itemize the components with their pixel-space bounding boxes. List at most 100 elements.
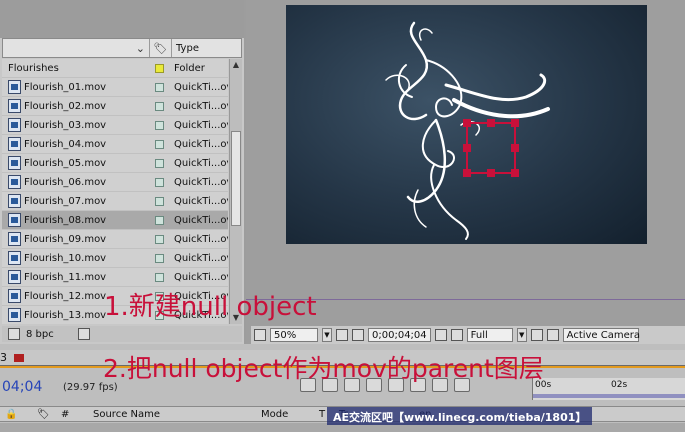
project-preview-strip	[0, 0, 244, 38]
scroll-up-arrow[interactable]: ▲	[231, 60, 241, 70]
label-swatch[interactable]	[148, 82, 170, 92]
time-ruler[interactable]: 00s 02s	[532, 378, 685, 400]
scrollbar-thumb[interactable]	[231, 131, 241, 226]
item-name: Flourish_06.mov	[24, 176, 107, 188]
region-of-interest-icon[interactable]	[530, 329, 543, 341]
label-swatch[interactable]	[148, 101, 170, 111]
quicktime-file-icon	[8, 156, 21, 170]
item-name: Flourish_10.mov	[24, 252, 107, 264]
magnification-dropdown[interactable]: ▼	[322, 328, 332, 342]
folder-name: Flourishes	[8, 62, 59, 74]
current-time-field[interactable]: 0;00;04;04	[368, 328, 431, 342]
annotation-step-2: 2.把null object作为mov的parent图层	[103, 354, 544, 383]
item-type: QuickTi...ov	[174, 252, 228, 264]
watermark: AE交流区吧【www.linecg.com/tieba/1801】	[327, 407, 593, 425]
bit-depth-label[interactable]: 8 bpc	[26, 329, 54, 340]
grid-icon[interactable]	[336, 329, 348, 341]
ruler-tick-1: 02s	[611, 380, 628, 390]
item-name: Flourish_08.mov	[24, 214, 107, 226]
composition-canvas[interactable]	[286, 5, 647, 244]
item-type: QuickTi...ov	[174, 119, 228, 131]
project-item-row[interactable]: Flourish_08.mov QuickTi...ov	[2, 211, 228, 230]
quicktime-file-icon	[8, 194, 21, 208]
annotation-step-1: 1.新建null object	[104, 292, 317, 322]
work-area-bar[interactable]	[533, 394, 685, 398]
project-item-row[interactable]: Flourish_09.mov QuickTi...ov	[2, 230, 228, 249]
folder-row[interactable]: Flourishes Folder	[2, 59, 228, 78]
project-item-row[interactable]: Flourish_07.mov QuickTi...ov	[2, 192, 228, 211]
item-name: Flourish_12.mov	[24, 290, 107, 302]
project-scrollbar[interactable]: ▲ ▼	[229, 59, 242, 324]
item-name: Flourish_02.mov	[24, 100, 107, 112]
mask-visibility-icon[interactable]	[352, 329, 364, 341]
project-item-row[interactable]: Flourish_10.mov QuickTi...ov	[2, 249, 228, 268]
item-name: Flourish_05.mov	[24, 157, 107, 169]
mode-header[interactable]: Mode	[261, 409, 319, 420]
resolution-dropdown[interactable]: ▼	[516, 328, 527, 342]
label-swatch[interactable]	[148, 158, 170, 168]
project-item-row[interactable]: Flourish_01.mov QuickTi...ov	[2, 78, 228, 97]
project-item-row[interactable]: Flourish_04.mov QuickTi...ov	[2, 135, 228, 154]
project-column-header: ⌄ 🏷 Type	[2, 38, 242, 58]
item-type: QuickTi...ov	[174, 233, 228, 245]
tag-icon: 🏷	[153, 41, 168, 55]
label-swatch[interactable]	[148, 272, 170, 282]
item-type: QuickTi...ov	[174, 157, 228, 169]
quicktime-file-icon	[8, 80, 21, 94]
quicktime-file-icon	[8, 137, 21, 151]
timeline-tab[interactable]: 3	[0, 351, 7, 364]
transparency-grid-icon[interactable]	[546, 329, 559, 341]
project-item-row[interactable]: Flourish_02.mov QuickTi...ov	[2, 97, 228, 116]
label-swatch[interactable]	[148, 234, 170, 244]
quicktime-file-icon	[8, 213, 21, 227]
always-preview-icon[interactable]	[254, 329, 266, 341]
interpret-footage-icon[interactable]	[8, 328, 20, 340]
item-name: Flourish_03.mov	[24, 119, 107, 131]
quicktime-file-icon	[8, 289, 21, 303]
project-item-row[interactable]: Flourish_03.mov QuickTi...ov	[2, 116, 228, 135]
chevron-down-icon[interactable]: ⌄	[136, 42, 145, 55]
project-item-row[interactable]: Flourish_06.mov QuickTi...ov	[2, 173, 228, 192]
label-swatch[interactable]	[148, 120, 170, 130]
item-name: Flourish_13.mov	[24, 309, 107, 321]
label-swatch[interactable]	[148, 177, 170, 187]
quicktime-file-icon	[8, 175, 21, 189]
project-item-row[interactable]: Flourish_05.mov QuickTi...ov	[2, 154, 228, 173]
timeline-current-time[interactable]: 04;04	[2, 379, 42, 395]
project-footer: 8 bpc	[2, 326, 242, 342]
channel-icon[interactable]	[450, 329, 463, 341]
label-swatch[interactable]	[148, 63, 170, 73]
layer-number-header[interactable]: #	[61, 409, 85, 420]
null-object-selection	[463, 119, 519, 177]
quicktime-file-icon	[8, 118, 21, 132]
item-type: QuickTi...ov	[174, 176, 228, 188]
item-type: QuickTi...ov	[174, 195, 228, 207]
item-name: Flourish_07.mov	[24, 195, 107, 207]
item-type: QuickTi...ov	[174, 138, 228, 150]
magnification-select[interactable]: 50%	[270, 328, 318, 342]
project-item-row[interactable]: Flourish_11.mov QuickTi...ov	[2, 268, 228, 287]
type-column-header[interactable]: Type	[171, 39, 241, 57]
flourish-artwork	[385, 21, 550, 240]
camera-view-select[interactable]: Active Camera	[562, 328, 640, 342]
label-swatch[interactable]	[148, 196, 170, 206]
label-tag-icon[interactable]: 🏷	[37, 409, 51, 420]
lock-icon[interactable]: 🔒	[5, 409, 19, 420]
label-swatch[interactable]	[148, 139, 170, 149]
resolution-select[interactable]: Full	[466, 328, 513, 342]
label-column-header[interactable]: 🏷	[149, 39, 171, 57]
name-column-header[interactable]: ⌄	[3, 39, 149, 57]
after-effects-window: ⌄ 🏷 Type Flourishes Folder Flourish_01.m…	[0, 0, 685, 432]
quicktime-file-icon	[8, 232, 21, 246]
label-swatch[interactable]	[148, 253, 170, 263]
quicktime-file-icon	[8, 270, 21, 284]
source-name-header[interactable]: Source Name	[93, 409, 261, 420]
folder-type: Folder	[174, 62, 205, 74]
label-swatch[interactable]	[148, 215, 170, 225]
item-type: QuickTi...ov	[174, 100, 228, 112]
snapshot-icon[interactable]	[434, 329, 447, 341]
item-type: QuickTi...ov	[174, 81, 228, 93]
item-type: QuickTi...ov	[174, 214, 228, 226]
trash-icon[interactable]	[77, 328, 90, 340]
quicktime-file-icon	[8, 99, 21, 113]
